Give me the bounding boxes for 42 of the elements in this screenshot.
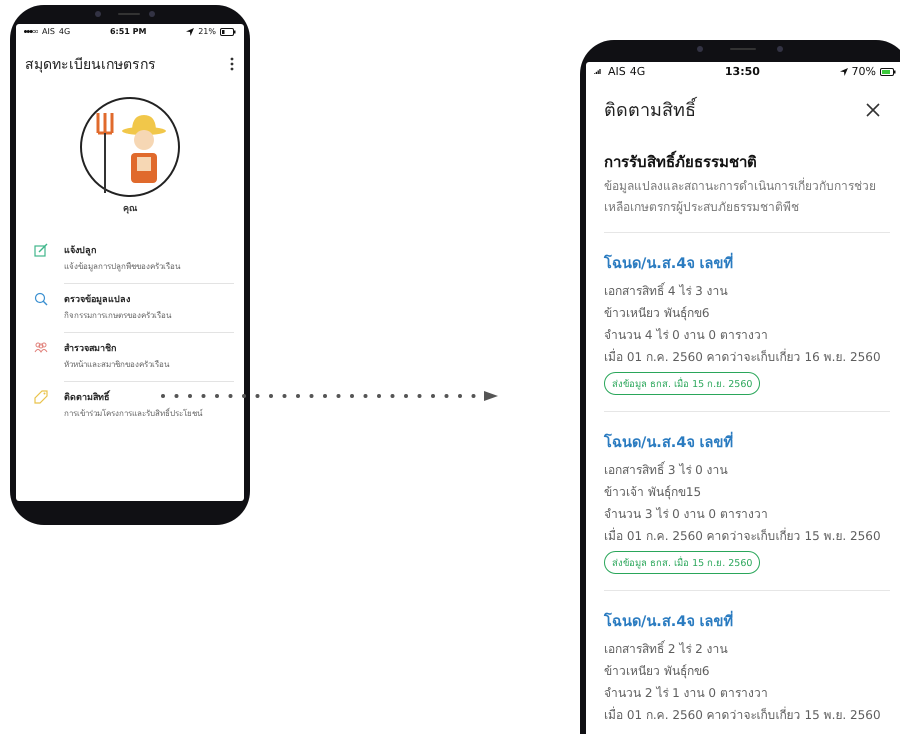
plot-detail: เมื่อ 01 ก.ค. 2560 คาดว่าจะเก็บเกี่ยว 15 พ.ย. 2560 — [604, 526, 881, 545]
carrier-name: AIS — [42, 27, 55, 36]
carrier-name: AIS — [608, 65, 626, 78]
section-description: ข้อมูลแปลงและสถานะการดำเนินการเกี่ยวกับการช่วยเหลือเกษตรกรผู้ประสบภัยธรรมชาติพืช — [604, 176, 877, 216]
plot-detail: ข้าวเจ้า พันธุ์กข15 — [604, 484, 702, 502]
app-title: สมุดทะเบียนเกษตรกร — [25, 56, 156, 75]
plot-detail: เมื่อ 01 ก.ค. 2560 คาดว่าจะเก็บเกี่ยว 16 พ.ย. 2560 — [604, 348, 881, 366]
plot-detail: เอกสารสิทธิ์ 4 ไร่ 3 งาน — [604, 281, 728, 300]
plot-heading: โฉนด/น.ส.4จ เลขที่ — [604, 609, 734, 632]
menu-item-title: ตรวจข้อมูลแปลง — [64, 293, 131, 306]
battery-percent: 70% — [852, 65, 876, 78]
menu-item-title: สำรวจสมาชิก — [64, 342, 117, 355]
menu-item[interactable]: สำรวจสมาชิก หัวหน้าและสมาชิกของครัวเรือน — [34, 333, 244, 382]
menu-item[interactable]: ตรวจข้อมูลแปลง กิจกรรมการเกษตรของครัวเรือน — [34, 284, 244, 333]
plot-heading: โฉนด/น.ส.4จ เลขที่ — [604, 430, 734, 453]
plot-detail: จำนวน 3 ไร่ 0 งาน 0 ตารางวา — [604, 506, 768, 523]
status-badge: ส่งข้อมูล ธกส. เมื่อ 15 ก.ย. 2560 — [604, 551, 760, 574]
plot-detail: เมื่อ 01 ก.ค. 2560 คาดว่าจะเก็บเกี่ยว 15 พ.ย. 2560 — [604, 706, 881, 724]
menu-item-subtitle: หัวหน้าและสมาชิกของครัวเรือน — [64, 359, 170, 371]
menu-item[interactable]: ติดตามสิทธิ์ การเข้าร่วมโครงการและรับสิทธิ์ประโยชน์ — [34, 382, 244, 431]
menu-item-title: แจ้งปลูก — [64, 244, 97, 257]
menu-item-subtitle: กิจกรรมการเกษตรของครัวเรือน — [64, 310, 172, 322]
network-type: 4G — [630, 65, 646, 78]
status-badge: ส่งข้อมูล ธกส. เมื่อ 15 ก.ย. 2560 — [604, 372, 760, 395]
plot-detail: ข้าวเหนียว พันธุ์กข6 — [604, 663, 710, 680]
status-time: 13:50 — [724, 65, 760, 78]
plot-detail: จำนวน 2 ไร่ 1 งาน 0 ตารางวา — [604, 685, 768, 702]
plot-detail: จำนวน 4 ไร่ 0 งาน 0 ตารางวา — [604, 327, 768, 344]
plot-heading: โฉนด/น.ส.4จ เลขที่ — [604, 251, 734, 274]
menu-item-subtitle: แจ้งข้อมูลการปลูกพืชของครัวเรือน — [64, 261, 182, 273]
menu-item-subtitle: การเข้าร่วมโครงการและรับสิทธิ์ประโยชน์ — [64, 407, 204, 420]
status-time: 6:51 PM — [110, 27, 146, 36]
battery-percent: 21% — [198, 27, 216, 36]
user-name: คุณ — [123, 203, 137, 215]
plot-detail: เอกสารสิทธิ์ 2 ไร่ 2 งาน — [604, 639, 728, 658]
page-title: ติดตามสิทธิ์ — [604, 95, 696, 124]
plot-detail: ข้าวเหนียว พันธุ์กข6 — [604, 305, 710, 322]
menu-item-title: ติดตามสิทธิ์ — [64, 390, 234, 404]
plot-detail: เอกสารสิทธิ์ 3 ไร่ 0 งาน — [604, 460, 728, 479]
section-title: การรับสิทธิ์ภัยธรรมชาติ — [604, 150, 890, 174]
network-type: 4G — [58, 27, 70, 36]
menu-item[interactable]: แจ้งปลูก แจ้งข้อมูลการปลูกพืชของครัวเรือน — [34, 235, 244, 284]
